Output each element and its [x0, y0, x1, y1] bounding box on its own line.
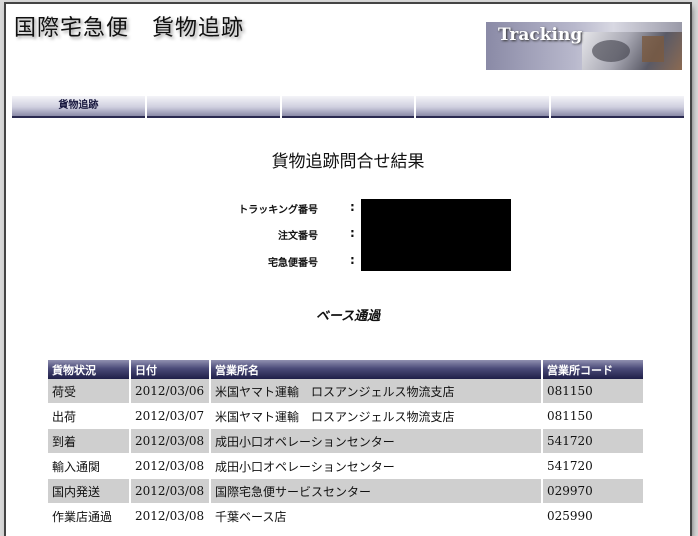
nav-item-4[interactable]: [416, 96, 550, 118]
takkyubin-number-colon: :: [350, 253, 355, 267]
office-name-cell: 千葉ベース店: [210, 503, 543, 529]
col-header-office-name: 営業所名: [210, 360, 543, 379]
page-frame: 国際宅急便 貨物追跡 Tracking 貨物追跡 貨物追跡問合せ結果 トラッキン…: [6, 4, 690, 536]
tracking-number-label: トラッキング番号: [238, 205, 318, 216]
date-cell: 2012/03/07: [130, 403, 211, 429]
banner-text: Tracking: [498, 25, 583, 45]
nav-item-5[interactable]: [551, 96, 684, 118]
tracking-number-colon: :: [350, 200, 355, 214]
date-cell: 2012/03/08: [130, 453, 211, 479]
office-code-cell: 541720: [542, 453, 645, 479]
office-code-cell: 025990: [542, 503, 645, 529]
takkyubin-number-label: 宅急便番号: [268, 258, 318, 269]
table-row: 荷受 2012/03/06 米国ヤマト運輸 ロスアンジェルス物流支店 08115…: [48, 379, 645, 404]
site-title: 国際宅急便 貨物追跡: [14, 16, 245, 41]
tracking-results-table: 貨物状況 日付 営業所名 営業所コード 荷受 2012/03/06 米国ヤマト運…: [48, 360, 645, 529]
tracking-banner: Tracking: [486, 22, 682, 70]
col-header-office-code: 営業所コード: [542, 360, 645, 379]
office-code-cell: 029970: [542, 478, 645, 504]
office-code-cell: 541720: [542, 428, 645, 454]
office-code-cell: 081150: [542, 403, 645, 429]
table-row: 到着 2012/03/08 成田小口オペレーションセンター 541720: [48, 428, 645, 454]
table-row: 作業店通過 2012/03/08 千葉ベース店 025990: [48, 503, 645, 529]
nav-item-tracking[interactable]: 貨物追跡: [12, 96, 145, 118]
nav-item-3[interactable]: [281, 96, 415, 118]
table-header-row: 貨物状況 日付 営業所名 営業所コード: [48, 360, 645, 379]
date-cell: 2012/03/08: [130, 503, 211, 529]
status-cell: 到着: [48, 428, 131, 454]
office-code-cell: 081150: [542, 379, 645, 404]
status-cell: 出荷: [48, 403, 131, 429]
office-name-cell: 米国ヤマト運輸 ロスアンジェルス物流支店: [210, 403, 543, 429]
order-number-colon: :: [350, 226, 355, 240]
nav-bar: 貨物追跡: [12, 96, 684, 118]
table-row: 出荷 2012/03/07 米国ヤマト運輸 ロスアンジェルス物流支店 08115…: [48, 403, 645, 429]
date-cell: 2012/03/08: [130, 478, 211, 504]
office-name-cell: 成田小口オペレーションセンター: [210, 428, 543, 454]
status-cell: 輸入通関: [48, 453, 131, 479]
office-name-cell: 成田小口オペレーションセンター: [210, 453, 543, 479]
banner-photo: [582, 32, 682, 70]
status-cell: 国内発送: [48, 478, 131, 504]
col-header-date: 日付: [130, 360, 211, 379]
status-heading: ベース通過: [315, 309, 381, 324]
office-name-cell: 国際宅急便サービスセンター: [210, 478, 543, 504]
status-cell: 作業店通過: [48, 503, 131, 529]
date-cell: 2012/03/08: [130, 428, 211, 454]
order-number-label: 注文番号: [278, 231, 318, 242]
office-name-cell: 米国ヤマト運輸 ロスアンジェルス物流支店: [210, 379, 543, 404]
page-title: 貨物追跡問合せ結果: [271, 152, 425, 172]
status-cell: 荷受: [48, 379, 131, 404]
table-row: 国内発送 2012/03/08 国際宅急便サービスセンター 029970: [48, 478, 645, 504]
date-cell: 2012/03/06: [130, 379, 211, 404]
col-header-status: 貨物状況: [48, 360, 131, 379]
table-row: 輸入通関 2012/03/08 成田小口オペレーションセンター 541720: [48, 453, 645, 479]
nav-item-2[interactable]: [146, 96, 280, 118]
redacted-values-box: [361, 199, 511, 271]
